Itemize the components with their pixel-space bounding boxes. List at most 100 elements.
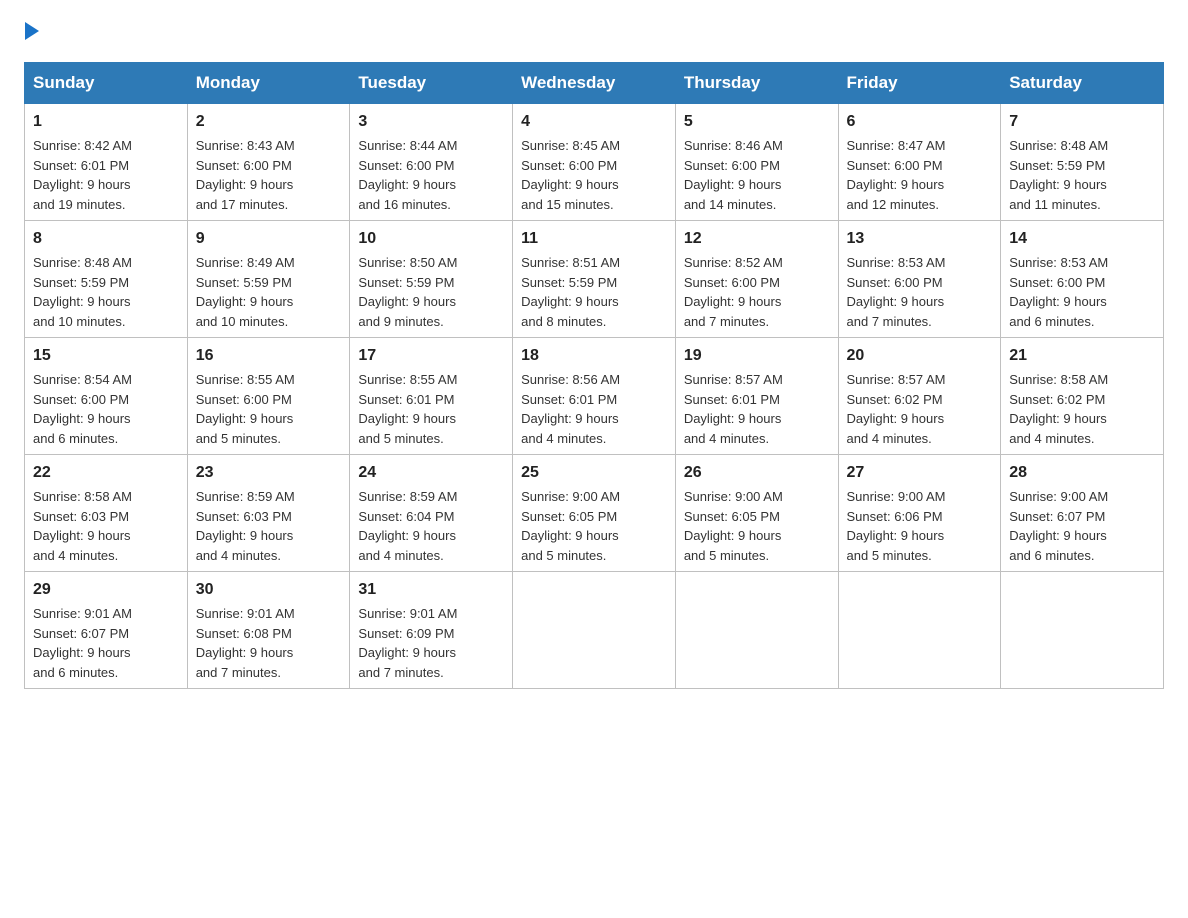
day-info: Sunrise: 8:59 AM Sunset: 6:03 PM Dayligh…: [196, 487, 342, 565]
weekday-header-cell: Monday: [187, 63, 350, 104]
calendar-cell: 14Sunrise: 8:53 AM Sunset: 6:00 PM Dayli…: [1001, 221, 1164, 338]
day-number: 27: [847, 461, 993, 485]
calendar-cell: [513, 572, 676, 689]
day-info: Sunrise: 8:53 AM Sunset: 6:00 PM Dayligh…: [1009, 253, 1155, 331]
day-info: Sunrise: 9:01 AM Sunset: 6:08 PM Dayligh…: [196, 604, 342, 682]
day-info: Sunrise: 8:55 AM Sunset: 6:00 PM Dayligh…: [196, 370, 342, 448]
day-number: 25: [521, 461, 667, 485]
day-number: 31: [358, 578, 504, 602]
day-number: 1: [33, 110, 179, 134]
day-number: 11: [521, 227, 667, 251]
day-info: Sunrise: 8:44 AM Sunset: 6:00 PM Dayligh…: [358, 136, 504, 214]
day-number: 16: [196, 344, 342, 368]
day-number: 3: [358, 110, 504, 134]
calendar-cell: 17Sunrise: 8:55 AM Sunset: 6:01 PM Dayli…: [350, 338, 513, 455]
day-number: 30: [196, 578, 342, 602]
day-info: Sunrise: 8:42 AM Sunset: 6:01 PM Dayligh…: [33, 136, 179, 214]
day-info: Sunrise: 9:01 AM Sunset: 6:07 PM Dayligh…: [33, 604, 179, 682]
weekday-header-cell: Tuesday: [350, 63, 513, 104]
day-number: 15: [33, 344, 179, 368]
day-number: 5: [684, 110, 830, 134]
calendar-body: 1Sunrise: 8:42 AM Sunset: 6:01 PM Daylig…: [25, 104, 1164, 689]
calendar-cell: 3Sunrise: 8:44 AM Sunset: 6:00 PM Daylig…: [350, 104, 513, 221]
logo-arrow-icon: [25, 22, 39, 40]
day-info: Sunrise: 8:48 AM Sunset: 5:59 PM Dayligh…: [1009, 136, 1155, 214]
day-number: 20: [847, 344, 993, 368]
day-info: Sunrise: 8:57 AM Sunset: 6:02 PM Dayligh…: [847, 370, 993, 448]
day-info: Sunrise: 9:00 AM Sunset: 6:07 PM Dayligh…: [1009, 487, 1155, 565]
calendar-cell: 2Sunrise: 8:43 AM Sunset: 6:00 PM Daylig…: [187, 104, 350, 221]
calendar-cell: 15Sunrise: 8:54 AM Sunset: 6:00 PM Dayli…: [25, 338, 188, 455]
calendar-table: SundayMondayTuesdayWednesdayThursdayFrid…: [24, 62, 1164, 689]
calendar-cell: 1Sunrise: 8:42 AM Sunset: 6:01 PM Daylig…: [25, 104, 188, 221]
calendar-week-row: 29Sunrise: 9:01 AM Sunset: 6:07 PM Dayli…: [25, 572, 1164, 689]
calendar-week-row: 8Sunrise: 8:48 AM Sunset: 5:59 PM Daylig…: [25, 221, 1164, 338]
day-number: 9: [196, 227, 342, 251]
weekday-header-cell: Saturday: [1001, 63, 1164, 104]
weekday-header-cell: Friday: [838, 63, 1001, 104]
day-info: Sunrise: 8:48 AM Sunset: 5:59 PM Dayligh…: [33, 253, 179, 331]
calendar-cell: 24Sunrise: 8:59 AM Sunset: 6:04 PM Dayli…: [350, 455, 513, 572]
weekday-header-cell: Sunday: [25, 63, 188, 104]
calendar-cell: 30Sunrise: 9:01 AM Sunset: 6:08 PM Dayli…: [187, 572, 350, 689]
day-info: Sunrise: 8:58 AM Sunset: 6:03 PM Dayligh…: [33, 487, 179, 565]
day-number: 28: [1009, 461, 1155, 485]
calendar-cell: 27Sunrise: 9:00 AM Sunset: 6:06 PM Dayli…: [838, 455, 1001, 572]
day-number: 24: [358, 461, 504, 485]
calendar-cell: 31Sunrise: 9:01 AM Sunset: 6:09 PM Dayli…: [350, 572, 513, 689]
day-number: 21: [1009, 344, 1155, 368]
day-number: 17: [358, 344, 504, 368]
calendar-cell: 26Sunrise: 9:00 AM Sunset: 6:05 PM Dayli…: [675, 455, 838, 572]
calendar-cell: 13Sunrise: 8:53 AM Sunset: 6:00 PM Dayli…: [838, 221, 1001, 338]
calendar-week-row: 1Sunrise: 8:42 AM Sunset: 6:01 PM Daylig…: [25, 104, 1164, 221]
day-info: Sunrise: 8:55 AM Sunset: 6:01 PM Dayligh…: [358, 370, 504, 448]
day-info: Sunrise: 8:50 AM Sunset: 5:59 PM Dayligh…: [358, 253, 504, 331]
day-number: 2: [196, 110, 342, 134]
day-number: 12: [684, 227, 830, 251]
day-number: 13: [847, 227, 993, 251]
day-info: Sunrise: 8:58 AM Sunset: 6:02 PM Dayligh…: [1009, 370, 1155, 448]
day-info: Sunrise: 9:00 AM Sunset: 6:05 PM Dayligh…: [684, 487, 830, 565]
calendar-cell: 7Sunrise: 8:48 AM Sunset: 5:59 PM Daylig…: [1001, 104, 1164, 221]
day-number: 26: [684, 461, 830, 485]
calendar-week-row: 22Sunrise: 8:58 AM Sunset: 6:03 PM Dayli…: [25, 455, 1164, 572]
day-number: 22: [33, 461, 179, 485]
day-info: Sunrise: 9:00 AM Sunset: 6:06 PM Dayligh…: [847, 487, 993, 565]
calendar-cell: 12Sunrise: 8:52 AM Sunset: 6:00 PM Dayli…: [675, 221, 838, 338]
calendar-cell: 25Sunrise: 9:00 AM Sunset: 6:05 PM Dayli…: [513, 455, 676, 572]
day-info: Sunrise: 8:51 AM Sunset: 5:59 PM Dayligh…: [521, 253, 667, 331]
day-info: Sunrise: 8:53 AM Sunset: 6:00 PM Dayligh…: [847, 253, 993, 331]
logo: Blue: [24, 24, 40, 42]
calendar-cell: 11Sunrise: 8:51 AM Sunset: 5:59 PM Dayli…: [513, 221, 676, 338]
calendar-cell: 21Sunrise: 8:58 AM Sunset: 6:02 PM Dayli…: [1001, 338, 1164, 455]
calendar-cell: 6Sunrise: 8:47 AM Sunset: 6:00 PM Daylig…: [838, 104, 1001, 221]
day-info: Sunrise: 8:47 AM Sunset: 6:00 PM Dayligh…: [847, 136, 993, 214]
day-info: Sunrise: 9:01 AM Sunset: 6:09 PM Dayligh…: [358, 604, 504, 682]
calendar-cell: 29Sunrise: 9:01 AM Sunset: 6:07 PM Dayli…: [25, 572, 188, 689]
day-info: Sunrise: 8:57 AM Sunset: 6:01 PM Dayligh…: [684, 370, 830, 448]
calendar-cell: 28Sunrise: 9:00 AM Sunset: 6:07 PM Dayli…: [1001, 455, 1164, 572]
day-info: Sunrise: 8:43 AM Sunset: 6:00 PM Dayligh…: [196, 136, 342, 214]
weekday-header-cell: Thursday: [675, 63, 838, 104]
calendar-cell: 5Sunrise: 8:46 AM Sunset: 6:00 PM Daylig…: [675, 104, 838, 221]
day-info: Sunrise: 8:52 AM Sunset: 6:00 PM Dayligh…: [684, 253, 830, 331]
calendar-cell: 10Sunrise: 8:50 AM Sunset: 5:59 PM Dayli…: [350, 221, 513, 338]
weekday-header-cell: Wednesday: [513, 63, 676, 104]
calendar-cell: [838, 572, 1001, 689]
day-number: 7: [1009, 110, 1155, 134]
day-info: Sunrise: 8:54 AM Sunset: 6:00 PM Dayligh…: [33, 370, 179, 448]
calendar-cell: 22Sunrise: 8:58 AM Sunset: 6:03 PM Dayli…: [25, 455, 188, 572]
calendar-cell: 16Sunrise: 8:55 AM Sunset: 6:00 PM Dayli…: [187, 338, 350, 455]
calendar-cell: 18Sunrise: 8:56 AM Sunset: 6:01 PM Dayli…: [513, 338, 676, 455]
calendar-cell: 23Sunrise: 8:59 AM Sunset: 6:03 PM Dayli…: [187, 455, 350, 572]
calendar-cell: 19Sunrise: 8:57 AM Sunset: 6:01 PM Dayli…: [675, 338, 838, 455]
day-number: 14: [1009, 227, 1155, 251]
day-number: 4: [521, 110, 667, 134]
day-number: 6: [847, 110, 993, 134]
calendar-week-row: 15Sunrise: 8:54 AM Sunset: 6:00 PM Dayli…: [25, 338, 1164, 455]
day-info: Sunrise: 8:46 AM Sunset: 6:00 PM Dayligh…: [684, 136, 830, 214]
day-info: Sunrise: 9:00 AM Sunset: 6:05 PM Dayligh…: [521, 487, 667, 565]
day-number: 8: [33, 227, 179, 251]
day-info: Sunrise: 8:59 AM Sunset: 6:04 PM Dayligh…: [358, 487, 504, 565]
day-info: Sunrise: 8:49 AM Sunset: 5:59 PM Dayligh…: [196, 253, 342, 331]
